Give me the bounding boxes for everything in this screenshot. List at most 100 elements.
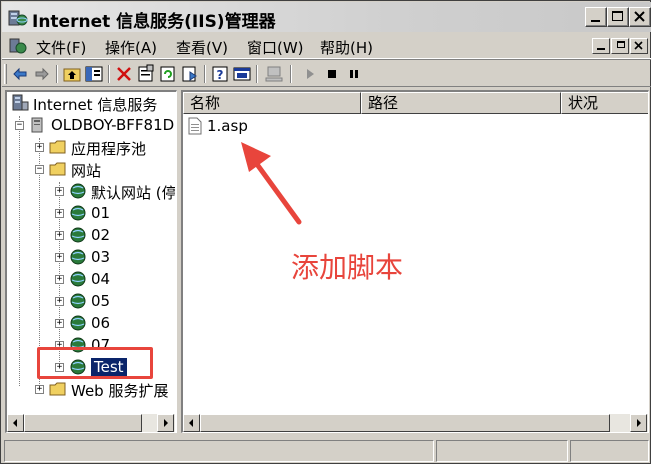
list-pane[interactable]: 名称 路径 状况 1.asp 添加脚本 bbox=[181, 90, 649, 433]
tree-node-iis-root[interactable]: Internet 信息服务 bbox=[11, 92, 175, 114]
delete-icon[interactable] bbox=[114, 64, 134, 84]
annotation-arrow-icon bbox=[241, 142, 302, 225]
globe-site-icon bbox=[70, 271, 86, 287]
tree-node-server[interactable]: − OLDBOY-BFF81D0 bbox=[11, 114, 175, 136]
tree-node-web-ext[interactable]: + Web 服务扩展 bbox=[31, 378, 175, 400]
expand-icon[interactable]: + bbox=[55, 209, 64, 218]
maximize-button[interactable] bbox=[607, 7, 629, 27]
mmc-document-icon[interactable] bbox=[8, 37, 28, 59]
menu-help[interactable]: 帮助(H) bbox=[320, 37, 373, 58]
pause-icon[interactable] bbox=[344, 64, 364, 84]
toolbar-separator bbox=[108, 65, 110, 83]
refresh-icon[interactable] bbox=[158, 64, 178, 84]
close-button[interactable] bbox=[629, 7, 651, 27]
collapse-icon[interactable]: − bbox=[15, 121, 24, 130]
export-list-icon[interactable] bbox=[180, 64, 200, 84]
iis-manager-window: Internet 信息服务(IIS)管理器 文件(F) 操作(A) 查看(V) … bbox=[0, 0, 651, 464]
forward-arrow-icon[interactable] bbox=[32, 64, 52, 84]
menu-view[interactable]: 查看(V) bbox=[176, 37, 228, 58]
play-icon[interactable] bbox=[300, 64, 320, 84]
expand-icon[interactable]: + bbox=[35, 143, 44, 152]
expand-icon[interactable]: + bbox=[55, 253, 64, 262]
globe-site-icon bbox=[70, 315, 86, 331]
tree-node-app-pools[interactable]: + 应用程序池 bbox=[31, 136, 175, 158]
minimize-icon bbox=[597, 48, 605, 50]
collapse-icon[interactable]: − bbox=[35, 165, 44, 174]
menu-file[interactable]: 文件(F) bbox=[36, 37, 86, 58]
svg-text:?: ? bbox=[217, 68, 224, 82]
toolbar-grip[interactable] bbox=[4, 64, 7, 84]
tree-node-site-03[interactable]: + 03 bbox=[51, 246, 175, 268]
scroll-left-button[interactable] bbox=[183, 414, 200, 432]
tree-label: Internet 信息服务 bbox=[33, 96, 158, 114]
toolbar-separator bbox=[256, 65, 258, 83]
expand-icon[interactable]: + bbox=[55, 297, 64, 306]
status-cell-3 bbox=[570, 440, 649, 462]
tree-horizontal-scrollbar[interactable] bbox=[7, 414, 175, 432]
stop-icon[interactable] bbox=[322, 64, 342, 84]
arrow-right-icon bbox=[637, 419, 641, 427]
tree-label: 06 bbox=[91, 314, 111, 332]
arrow-right-icon bbox=[164, 419, 168, 427]
tree-node-websites[interactable]: − 网站 bbox=[31, 158, 175, 180]
annotation-text: 添加脚本 bbox=[291, 251, 404, 284]
restore-icon bbox=[617, 41, 625, 48]
file-name: 1.asp bbox=[207, 117, 248, 135]
expand-icon[interactable]: + bbox=[55, 231, 64, 240]
expand-icon[interactable]: + bbox=[35, 385, 44, 394]
tree-label: 网站 bbox=[71, 162, 102, 180]
close-icon bbox=[634, 11, 645, 22]
tree-node-site-06[interactable]: + 06 bbox=[51, 312, 175, 334]
expand-icon[interactable]: + bbox=[55, 187, 64, 196]
computer-icon[interactable] bbox=[264, 64, 284, 84]
tree-label: OLDBOY-BFF81D0 bbox=[51, 116, 175, 134]
mdi-restore-button[interactable] bbox=[611, 38, 629, 54]
tree-label: 05 bbox=[91, 292, 111, 310]
toolbar-separator bbox=[290, 65, 292, 83]
scroll-left-button[interactable] bbox=[7, 414, 24, 432]
mdi-close-button[interactable] bbox=[630, 38, 648, 54]
properties-icon[interactable] bbox=[136, 64, 156, 84]
scroll-thumb[interactable] bbox=[24, 414, 142, 432]
status-cell-main bbox=[4, 440, 434, 462]
status-cell-2 bbox=[436, 440, 568, 462]
tree-label: 01 bbox=[91, 204, 111, 222]
expand-icon[interactable]: + bbox=[55, 319, 64, 328]
scroll-thumb[interactable] bbox=[200, 414, 610, 432]
minimize-button[interactable] bbox=[585, 7, 607, 27]
toolbar-separator bbox=[204, 65, 206, 83]
tree-node-site-01[interactable]: + 01 bbox=[51, 202, 175, 224]
list-item[interactable]: 1.asp bbox=[185, 116, 305, 136]
tree-label: 应用程序池 bbox=[71, 140, 147, 158]
show-tree-icon[interactable] bbox=[84, 64, 104, 84]
tree-connector bbox=[19, 116, 20, 386]
menu-window[interactable]: 窗口(W) bbox=[247, 37, 304, 58]
scroll-right-button[interactable] bbox=[157, 414, 174, 432]
column-header-path[interactable]: 路径 bbox=[361, 92, 561, 114]
tree-node-site-04[interactable]: + 04 bbox=[51, 268, 175, 290]
help-icon[interactable]: ? bbox=[210, 64, 230, 84]
tree-node-site-default[interactable]: + 默认网站 (停 bbox=[51, 180, 175, 202]
mdi-minimize-button[interactable] bbox=[592, 38, 610, 54]
iis-root-icon bbox=[12, 94, 29, 111]
globe-site-icon bbox=[70, 249, 86, 265]
server-icon bbox=[31, 117, 43, 133]
tree-node-site-05[interactable]: + 05 bbox=[51, 290, 175, 312]
tree-node-site-02[interactable]: + 02 bbox=[51, 224, 175, 246]
column-header-name[interactable]: 名称 bbox=[183, 92, 361, 114]
title-bar[interactable]: Internet 信息服务(IIS)管理器 bbox=[2, 2, 651, 32]
globe-site-icon bbox=[70, 227, 86, 243]
tree-pane[interactable]: Internet 信息服务 − OLDBOY-BFF81D0 + 应用程序池 −… bbox=[5, 90, 177, 433]
back-arrow-icon[interactable] bbox=[10, 64, 30, 84]
menu-action[interactable]: 操作(A) bbox=[105, 37, 157, 58]
scroll-right-button[interactable] bbox=[630, 414, 647, 432]
annotation-highlight-box bbox=[37, 347, 153, 379]
globe-site-icon bbox=[70, 293, 86, 309]
expand-icon[interactable]: + bbox=[55, 275, 64, 284]
show-console-icon[interactable] bbox=[232, 64, 252, 84]
folder-icon bbox=[49, 382, 66, 396]
up-level-icon[interactable] bbox=[62, 64, 82, 84]
tree-label: 03 bbox=[91, 248, 111, 266]
column-header-status[interactable]: 状况 bbox=[561, 92, 648, 114]
list-horizontal-scrollbar[interactable] bbox=[183, 414, 648, 432]
